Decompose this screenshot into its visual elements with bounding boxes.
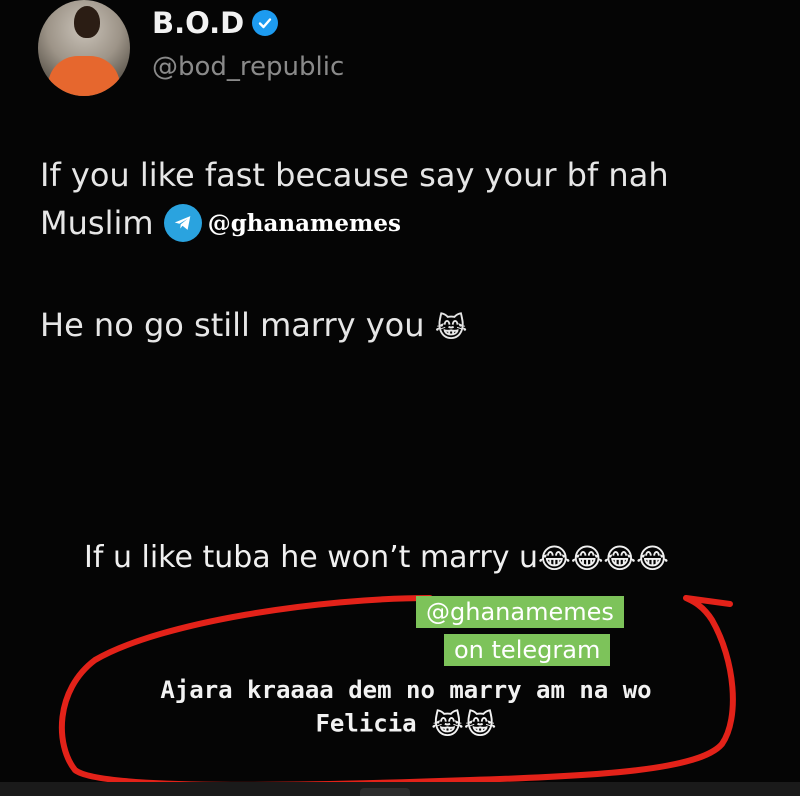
reply-text-line-2-row: Felicia 😹😹 bbox=[96, 708, 716, 741]
reply-text-line-1: Ajara kraaaa dem no marry am na wo bbox=[160, 676, 652, 704]
reply-text-line-2: Felicia bbox=[315, 709, 417, 738]
crying-cat-emojis: 😹😹 bbox=[431, 708, 497, 741]
sticker-line-2: on telegram bbox=[444, 634, 611, 666]
sticker-line-1: @ghanamemes bbox=[416, 596, 624, 628]
home-indicator[interactable] bbox=[360, 788, 410, 796]
